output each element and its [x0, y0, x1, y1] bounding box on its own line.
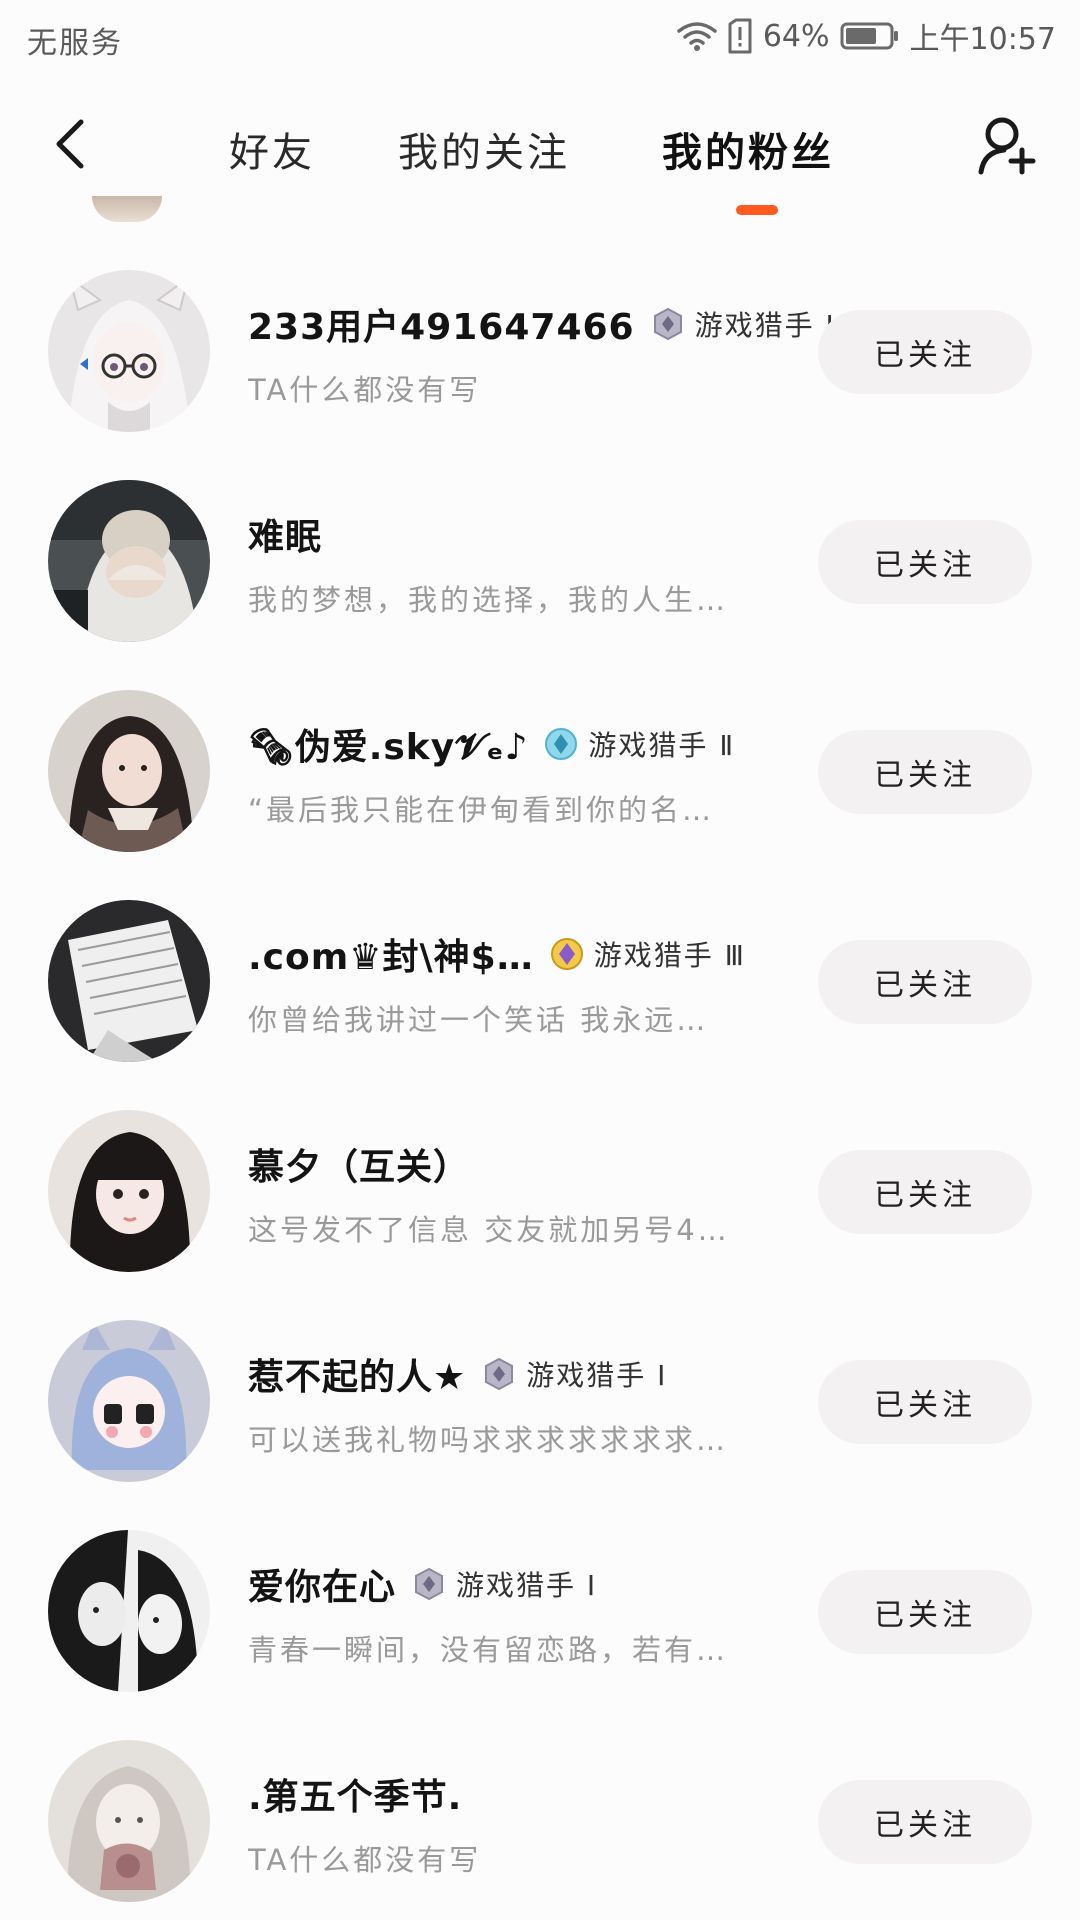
fan-bio: 你曾给我讲过一个笑话 我永远… [248, 1003, 709, 1037]
fan-bio: 可以送我礼物吗求求求求求求求… [248, 1423, 729, 1457]
avatar[interactable] [48, 1110, 210, 1272]
avatar[interactable] [48, 480, 210, 642]
avatar[interactable] [48, 1740, 210, 1902]
followed-button[interactable]: 已关注 [818, 1150, 1032, 1234]
add-friend-button[interactable] [972, 110, 1042, 180]
badge-label: 游戏猎手 Ⅰ [526, 1359, 668, 1392]
game-hunter-badge: 游戏猎手 Ⅰ [482, 1354, 667, 1394]
fan-name-line: 233用户491647466 游戏猎手 Ⅰ [248, 300, 836, 348]
avatar[interactable] [48, 690, 210, 852]
game-hunter-badge: 游戏猎手 Ⅱ [544, 724, 735, 764]
followed-button[interactable]: 已关注 [818, 940, 1032, 1024]
list-item[interactable]: 惹不起的人★ 游戏猎手 Ⅰ 可以送我礼物吗求求求求求求求… 已关注 [0, 1274, 1080, 1484]
badge-label: 游戏猎手 Ⅰ [456, 1569, 598, 1602]
list-item[interactable]: 🗞伪爱.sky𝓥ₑ♪ 游戏猎手 Ⅱ “最后我只能在伊甸看到你的名… 已关注 [0, 644, 1080, 854]
hunter-badge-icon [485, 1357, 514, 1391]
hunter-badge-icon [415, 1567, 444, 1601]
followed-button[interactable]: 已关注 [818, 1780, 1032, 1864]
fan-name-line: 慕夕（互关） [248, 1140, 470, 1188]
fan-name-line: 难眠 [248, 510, 322, 558]
game-hunter-badge: 游戏猎手 Ⅰ [651, 304, 836, 344]
hunter-badge-icon [550, 938, 583, 970]
fan-bio: TA什么都没有写 [248, 1843, 482, 1877]
carrier-label: 无服务 [27, 26, 123, 61]
battery-icon [840, 21, 900, 51]
hunter-badge-icon [653, 307, 682, 341]
fan-name-line: .第五个季节. [248, 1770, 462, 1818]
add-user-icon [978, 117, 1036, 175]
followed-button[interactable]: 已关注 [818, 1360, 1032, 1444]
fan-bio: 我的梦想，我的选择，我的人生… [248, 583, 729, 617]
fan-list: 233用户491647466 游戏猎手 Ⅰ TA什么都没有写 已关注 难眠 我的… [0, 224, 1080, 1904]
game-hunter-badge: 游戏猎手 Ⅰ [412, 1564, 597, 1604]
avatar[interactable] [48, 1530, 210, 1692]
tab-following[interactable]: 我的关注 [398, 120, 570, 178]
followed-button[interactable]: 已关注 [818, 730, 1032, 814]
fan-bio: 青春一瞬间，没有留恋路，若有… [248, 1633, 729, 1667]
status-bar: 无服务 64% 上午10:57 [0, 0, 1080, 76]
back-button[interactable] [40, 112, 100, 176]
tab-friends[interactable]: 好友 [229, 120, 315, 178]
status-indicators: 64% 上午10:57 [677, 14, 1056, 58]
fan-bio: 这号发不了信息 交友就加另号4… [248, 1213, 730, 1247]
followed-button[interactable]: 已关注 [818, 520, 1032, 604]
followed-button[interactable]: 已关注 [818, 1570, 1032, 1654]
fan-name-line: .com♛封\神$… 游戏猎手 Ⅲ [248, 930, 746, 978]
list-item[interactable]: 爱你在心 游戏猎手 Ⅰ 青春一瞬间，没有留恋路，若有… 已关注 [0, 1484, 1080, 1694]
fan-name: .第五个季节. [248, 1777, 463, 1818]
fan-name: 难眠 [248, 517, 323, 558]
fan-name: 爱你在心 [248, 1567, 397, 1608]
fan-name-line: 爱你在心 游戏猎手 Ⅰ [248, 1560, 597, 1608]
fan-name-line: 惹不起的人★ 游戏猎手 Ⅰ [248, 1350, 667, 1398]
avatar[interactable] [48, 270, 210, 432]
hunter-badge-icon [545, 728, 578, 760]
list-item[interactable]: 难眠 我的梦想，我的选择，我的人生… 已关注 [0, 434, 1080, 644]
clock: 上午10:57 [909, 22, 1056, 57]
badge-label: 游戏猎手 Ⅱ [588, 729, 736, 762]
list-item[interactable]: .com♛封\神$… 游戏猎手 Ⅲ 你曾给我讲过一个笑话 我永远… 已关注 [0, 854, 1080, 1064]
fan-name: 233用户491647466 [248, 307, 635, 348]
battery-percent: 64% [762, 18, 830, 54]
list-item[interactable]: 慕夕（互关） 这号发不了信息 交友就加另号4… 已关注 [0, 1064, 1080, 1274]
fan-name: 慕夕（互关） [248, 1147, 471, 1188]
tab-fans[interactable]: 我的粉丝 [662, 120, 834, 178]
fan-name: 惹不起的人★ [248, 1357, 467, 1398]
back-arrow-icon [56, 119, 84, 169]
active-tab-indicator [736, 205, 778, 215]
avatar[interactable] [48, 1320, 210, 1482]
fan-name: 🗞伪爱.sky𝓥ₑ♪ [248, 727, 529, 768]
badge-label: 游戏猎手 Ⅲ [593, 939, 746, 972]
avatar[interactable] [48, 900, 210, 1062]
badge-label: 游戏猎手 Ⅰ [694, 309, 836, 342]
fan-name-line: 🗞伪爱.sky𝓥ₑ♪ 游戏猎手 Ⅱ [248, 720, 735, 768]
fan-bio: TA什么都没有写 [248, 373, 482, 407]
sim-alert-icon [727, 18, 753, 54]
list-item[interactable]: 233用户491647466 游戏猎手 Ⅰ TA什么都没有写 已关注 [0, 224, 1080, 434]
fan-bio: “最后我只能在伊甸看到你的名… [248, 793, 715, 827]
list-item[interactable]: .第五个季节. TA什么都没有写 已关注 [0, 1694, 1080, 1904]
followed-button[interactable]: 已关注 [818, 310, 1032, 394]
wifi-icon [677, 20, 717, 52]
header: 好友 我的关注 我的粉丝 [0, 92, 1080, 222]
game-hunter-badge: 游戏猎手 Ⅲ [550, 934, 746, 974]
fan-name: .com♛封\神$… [248, 937, 534, 978]
